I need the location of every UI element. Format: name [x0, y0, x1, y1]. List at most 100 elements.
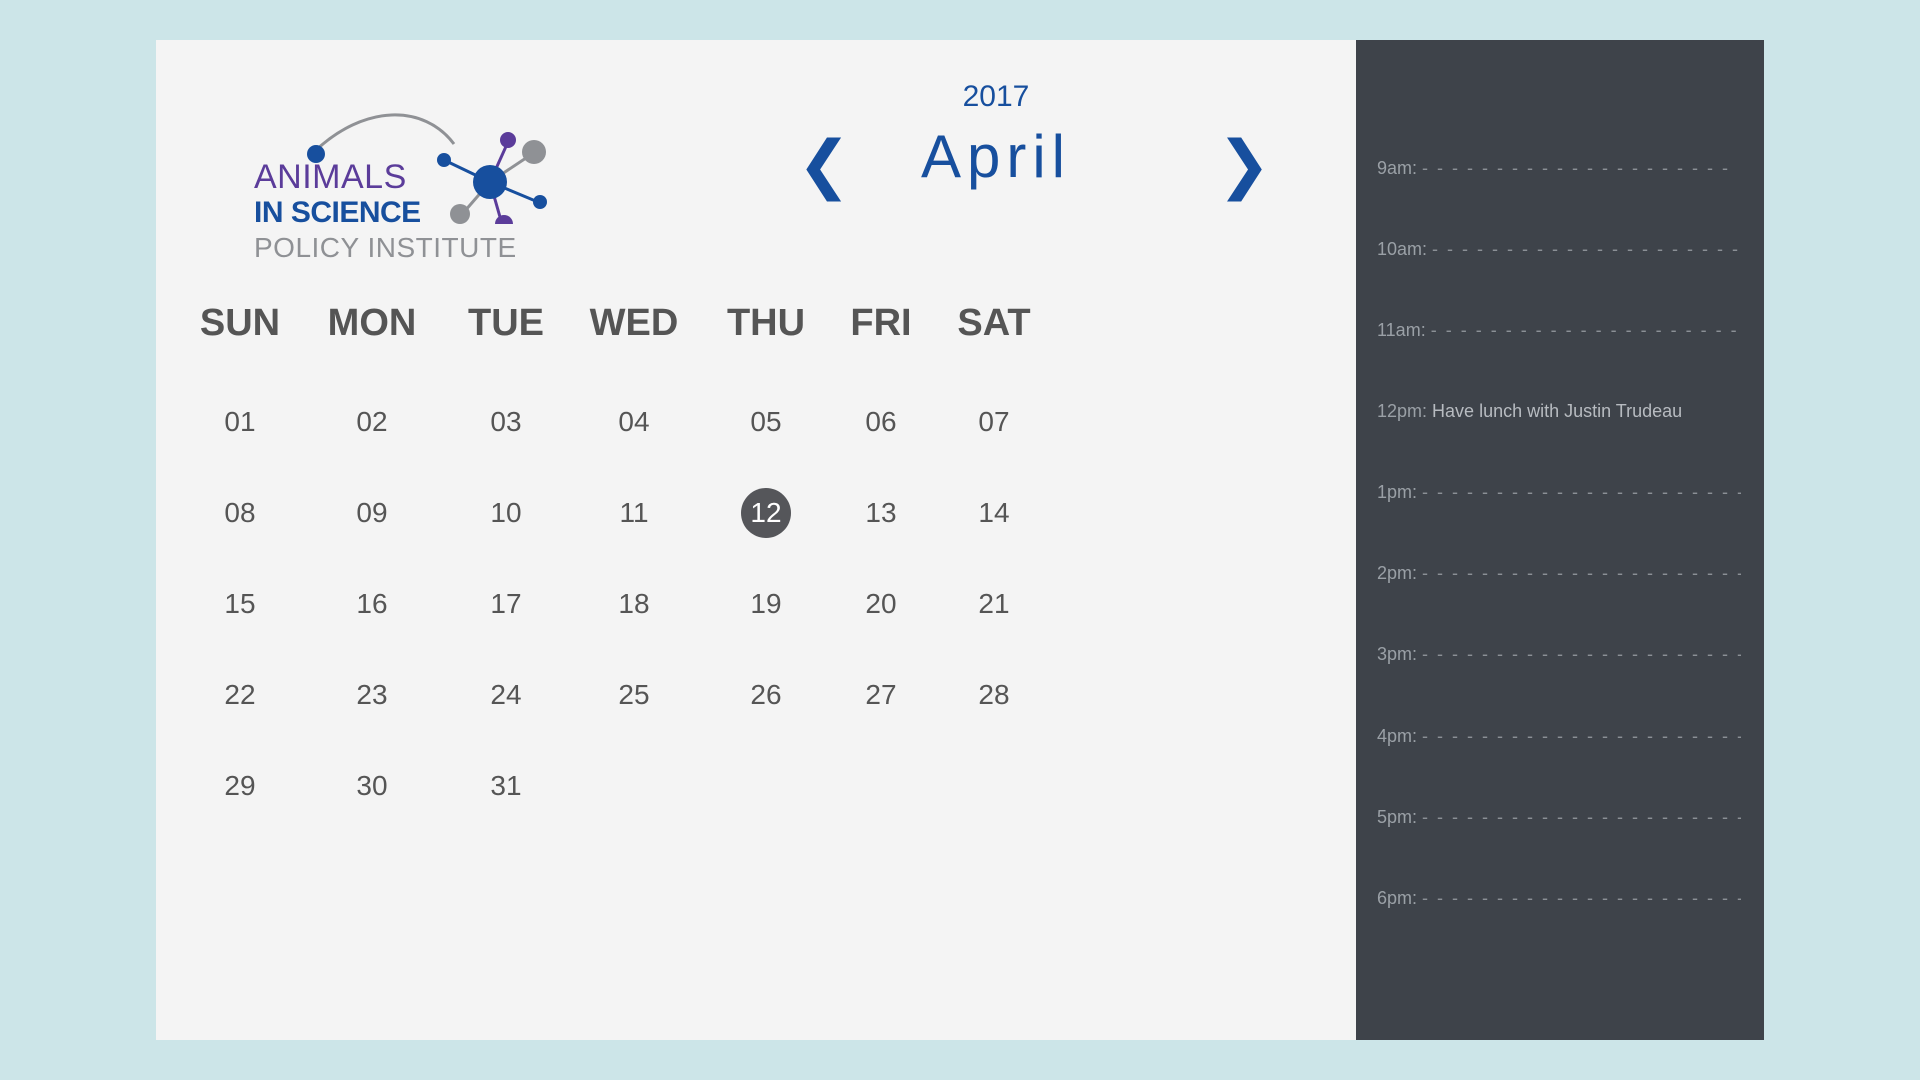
day-cell[interactable]: 15 [170, 579, 310, 629]
slot-time: 2pm: [1377, 563, 1418, 583]
slot-time: 12pm: [1377, 401, 1428, 421]
day-number: 21 [978, 588, 1010, 619]
slot-time: 4pm: [1377, 726, 1418, 746]
weekday-wed: WED [589, 302, 679, 344]
schedule-slot[interactable]: 11am: - - - - - - - - - - - - - - - - - … [1377, 320, 1741, 341]
day-cell[interactable]: 09 [302, 488, 442, 538]
day-cell[interactable]: 03 [436, 397, 576, 447]
day-number: 22 [224, 679, 256, 710]
day-number: 16 [356, 588, 388, 619]
slot-placeholder-dashes: - - - - - - - - - - - - - - - - - - - - … [1422, 482, 1741, 502]
day-number: 05 [750, 406, 782, 437]
slot-time: 10am: [1377, 239, 1428, 259]
day-cell[interactable]: 31 [436, 761, 576, 811]
day-cell[interactable]: 17 [436, 579, 576, 629]
logo-line-1: ANIMALS [254, 158, 407, 196]
day-cell[interactable]: 24 [436, 670, 576, 720]
day-number: 18 [618, 588, 650, 619]
slot-placeholder-dashes: - - - - - - - - - - - - - - - - - - - - … [1422, 888, 1741, 908]
calendar-card: ANIMALS IN SCIENCE POLICY INSTITUTE 2017… [156, 40, 1356, 1040]
slot-placeholder-dashes: - - - - - - - - - - - - - - - - - - - - … [1422, 158, 1730, 178]
schedule-slot[interactable]: 2pm: - - - - - - - - - - - - - - - - - -… [1377, 563, 1741, 584]
day-cell[interactable]: 02 [302, 397, 442, 447]
slot-placeholder-dashes: - - - - - - - - - - - - - - - - - - - - … [1432, 239, 1740, 259]
day-number: 10 [490, 497, 522, 528]
slot-placeholder-dashes: - - - - - - - - - - - - - - - - - - - - … [1422, 563, 1741, 583]
day-cell[interactable]: 11 [564, 488, 704, 538]
slot-placeholder-dashes: - - - - - - - - - - - - - - - - - - - - … [1422, 807, 1741, 827]
year-text: 2017 [962, 80, 1030, 113]
schedule-slot[interactable]: 9am: - - - - - - - - - - - - - - - - - -… [1377, 158, 1741, 179]
day-number: 03 [490, 406, 522, 437]
day-cell[interactable]: 29 [170, 761, 310, 811]
day-cell[interactable]: 18 [564, 579, 704, 629]
slot-placeholder-dashes: - - - - - - - - - - - - - - - - - - - - … [1430, 320, 1739, 340]
chevron-left-icon: ❮ [797, 128, 851, 200]
day-number: 06 [865, 406, 897, 437]
day-cell[interactable]: 25 [564, 670, 704, 720]
slot-time: 5pm: [1377, 807, 1418, 827]
day-number: 15 [224, 588, 256, 619]
day-number: 31 [490, 770, 522, 801]
month-title: April [920, 123, 1072, 190]
day-number: 19 [750, 588, 782, 619]
schedule-slot[interactable]: 1pm: - - - - - - - - - - - - - - - - - -… [1377, 482, 1741, 503]
day-number: 20 [865, 588, 897, 619]
animals-in-science-logo: ANIMALS IN SCIENCE POLICY INSTITUTE [254, 84, 554, 263]
day-cell[interactable]: 23 [302, 670, 442, 720]
slot-event: Have lunch with Justin Trudeau [1432, 401, 1683, 421]
day-cell[interactable]: 07 [924, 397, 1064, 447]
day-number: 26 [750, 679, 782, 710]
logo-line-3: POLICY INSTITUTE [254, 232, 517, 263]
day-number: 27 [865, 679, 897, 710]
slot-time: 3pm: [1377, 644, 1418, 664]
weekday-sun: SUN [199, 302, 281, 344]
day-number: 08 [224, 497, 256, 528]
day-number: 25 [618, 679, 650, 710]
day-cell[interactable]: 04 [564, 397, 704, 447]
weekday-tue: TUE [468, 302, 544, 344]
chevron-right-icon: ❯ [1217, 128, 1271, 200]
schedule-slot[interactable]: 5pm: - - - - - - - - - - - - - - - - - -… [1377, 807, 1741, 828]
prev-month-button[interactable]: ❮ [796, 124, 852, 204]
weekday-sat: SAT [957, 302, 1031, 344]
day-number: 14 [978, 497, 1010, 528]
schedule-slot[interactable]: 3pm: - - - - - - - - - - - - - - - - - -… [1377, 644, 1741, 665]
day-number: 04 [618, 406, 650, 437]
day-number: 11 [619, 497, 649, 528]
schedule-slot[interactable]: 4pm: - - - - - - - - - - - - - - - - - -… [1377, 726, 1741, 747]
day-number: 28 [978, 679, 1010, 710]
day-number: 29 [224, 770, 256, 801]
slot-placeholder-dashes: - - - - - - - - - - - - - - - - - - - - … [1422, 644, 1741, 664]
day-number: 09 [356, 497, 388, 528]
day-number: 24 [490, 679, 522, 710]
day-number: 13 [865, 497, 897, 528]
day-cell[interactable]: 10 [436, 488, 576, 538]
logo-line-2: IN SCIENCE [254, 196, 421, 229]
slot-placeholder-dashes: - - - - - - - - - - - - - - - - - - - - … [1422, 726, 1741, 746]
day-number: 02 [356, 406, 388, 437]
slot-time: 1pm: [1377, 482, 1418, 502]
day-number: 01 [224, 406, 256, 437]
day-cell[interactable]: 08 [170, 488, 310, 538]
day-number: 12 [741, 488, 791, 538]
schedule-slot[interactable]: 10am: - - - - - - - - - - - - - - - - - … [1377, 239, 1741, 260]
day-number: 23 [356, 679, 388, 710]
day-cell[interactable]: 30 [302, 761, 442, 811]
slot-time: 11am: [1377, 320, 1426, 340]
day-cell[interactable]: 14 [924, 488, 1064, 538]
day-number: 07 [978, 406, 1010, 437]
day-cell[interactable]: 28 [924, 670, 1064, 720]
day-cell[interactable]: 21 [924, 579, 1064, 629]
day-cell[interactable]: 01 [170, 397, 310, 447]
day-number: 30 [356, 770, 388, 801]
day-cell[interactable]: 22 [170, 670, 310, 720]
day-cell[interactable]: 16 [302, 579, 442, 629]
slot-time: 9am: [1377, 158, 1418, 178]
schedule-slot[interactable]: 6pm: - - - - - - - - - - - - - - - - - -… [1377, 888, 1741, 909]
next-month-button[interactable]: ❯ [1216, 124, 1272, 204]
weekday-mon: MON [327, 302, 417, 344]
schedule-slot[interactable]: 12pm: Have lunch with Justin Trudeau [1377, 401, 1741, 422]
day-number: 17 [490, 588, 522, 619]
slot-time: 6pm: [1377, 888, 1418, 908]
